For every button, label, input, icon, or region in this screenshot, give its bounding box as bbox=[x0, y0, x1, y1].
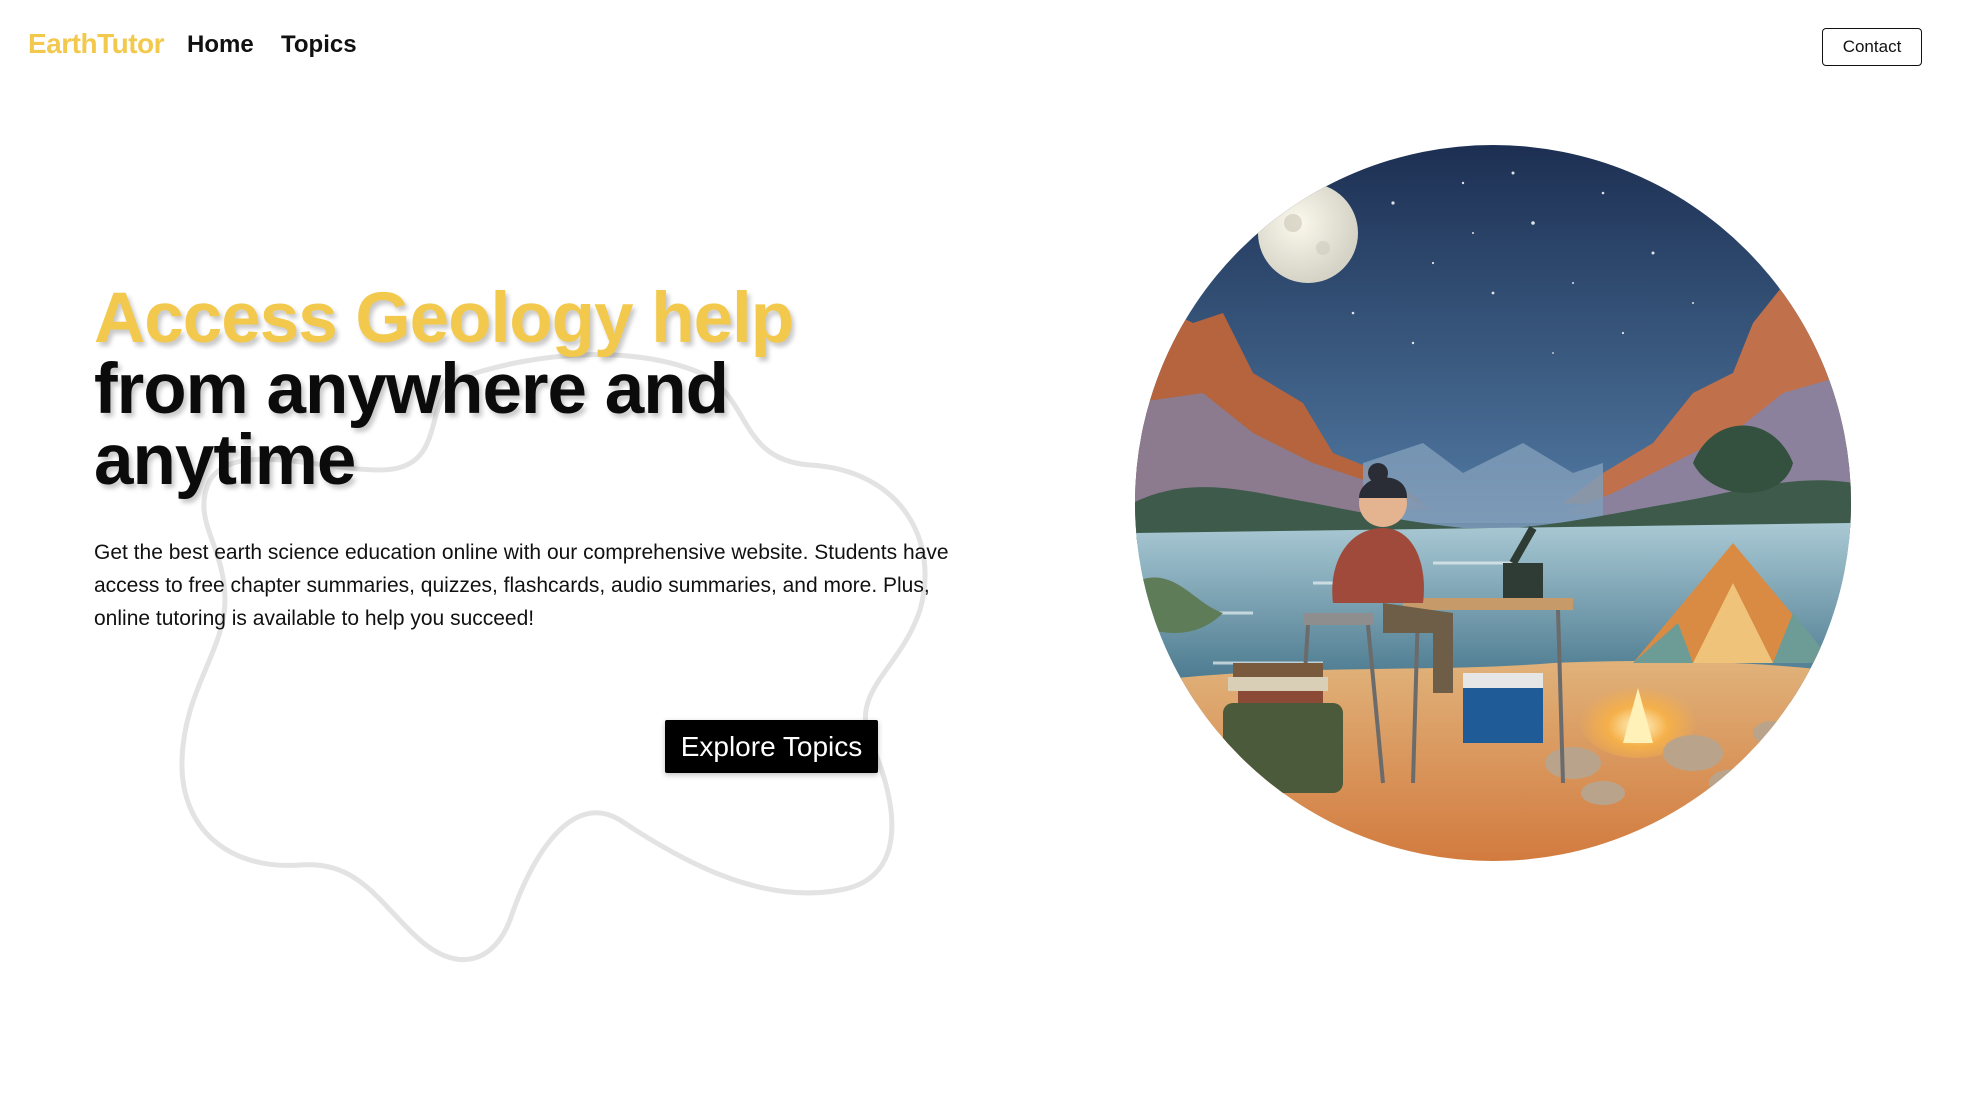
brand-logo[interactable]: EarthTutor bbox=[28, 28, 165, 60]
geologist-camp-illustration bbox=[1135, 145, 1851, 861]
contact-button[interactable]: Contact bbox=[1822, 28, 1922, 66]
hero-title: Access Geology help from anywhere and an… bbox=[94, 283, 854, 496]
nav-link-topics[interactable]: Topics bbox=[281, 31, 357, 59]
hero-title-rest: from anywhere and anytime bbox=[94, 350, 729, 500]
hero-title-accent: Access Geology help bbox=[94, 279, 794, 358]
explore-topics-button[interactable]: Explore Topics bbox=[665, 720, 878, 773]
landing-page: EarthTutor Home Topics Contact Access Ge… bbox=[0, 0, 1980, 1107]
nav-link-home[interactable]: Home bbox=[187, 31, 254, 59]
hero-description: Get the best earth science education onl… bbox=[94, 541, 949, 630]
top-navigation: EarthTutor Home Topics Contact bbox=[0, 0, 1980, 96]
